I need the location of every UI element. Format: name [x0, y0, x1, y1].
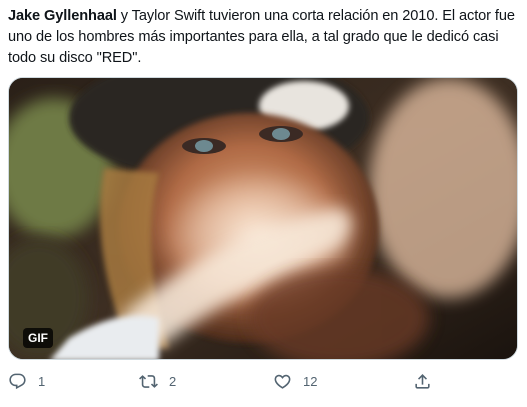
- retweet-count: 2: [169, 374, 177, 389]
- action-bar: 1 2 12: [0, 370, 527, 398]
- retweet-icon: [139, 372, 158, 391]
- tweet-text: Jake Gyllenhaal y Taylor Swift tuvieron …: [8, 6, 523, 69]
- like-button[interactable]: 12: [273, 372, 317, 391]
- like-count: 12: [303, 374, 318, 389]
- share-icon: [413, 372, 432, 391]
- heart-icon: [273, 372, 292, 391]
- gif-badge: GIF: [23, 328, 53, 348]
- retweet-button[interactable]: 2: [139, 372, 176, 391]
- gif-frame: [9, 78, 517, 359]
- reply-icon: [8, 372, 27, 391]
- reply-button[interactable]: 1: [8, 372, 45, 391]
- gif-media[interactable]: GIF: [8, 77, 518, 360]
- reply-count: 1: [38, 374, 46, 389]
- share-button[interactable]: [413, 372, 432, 391]
- mention-bold: Jake Gyllenhaal: [8, 8, 117, 24]
